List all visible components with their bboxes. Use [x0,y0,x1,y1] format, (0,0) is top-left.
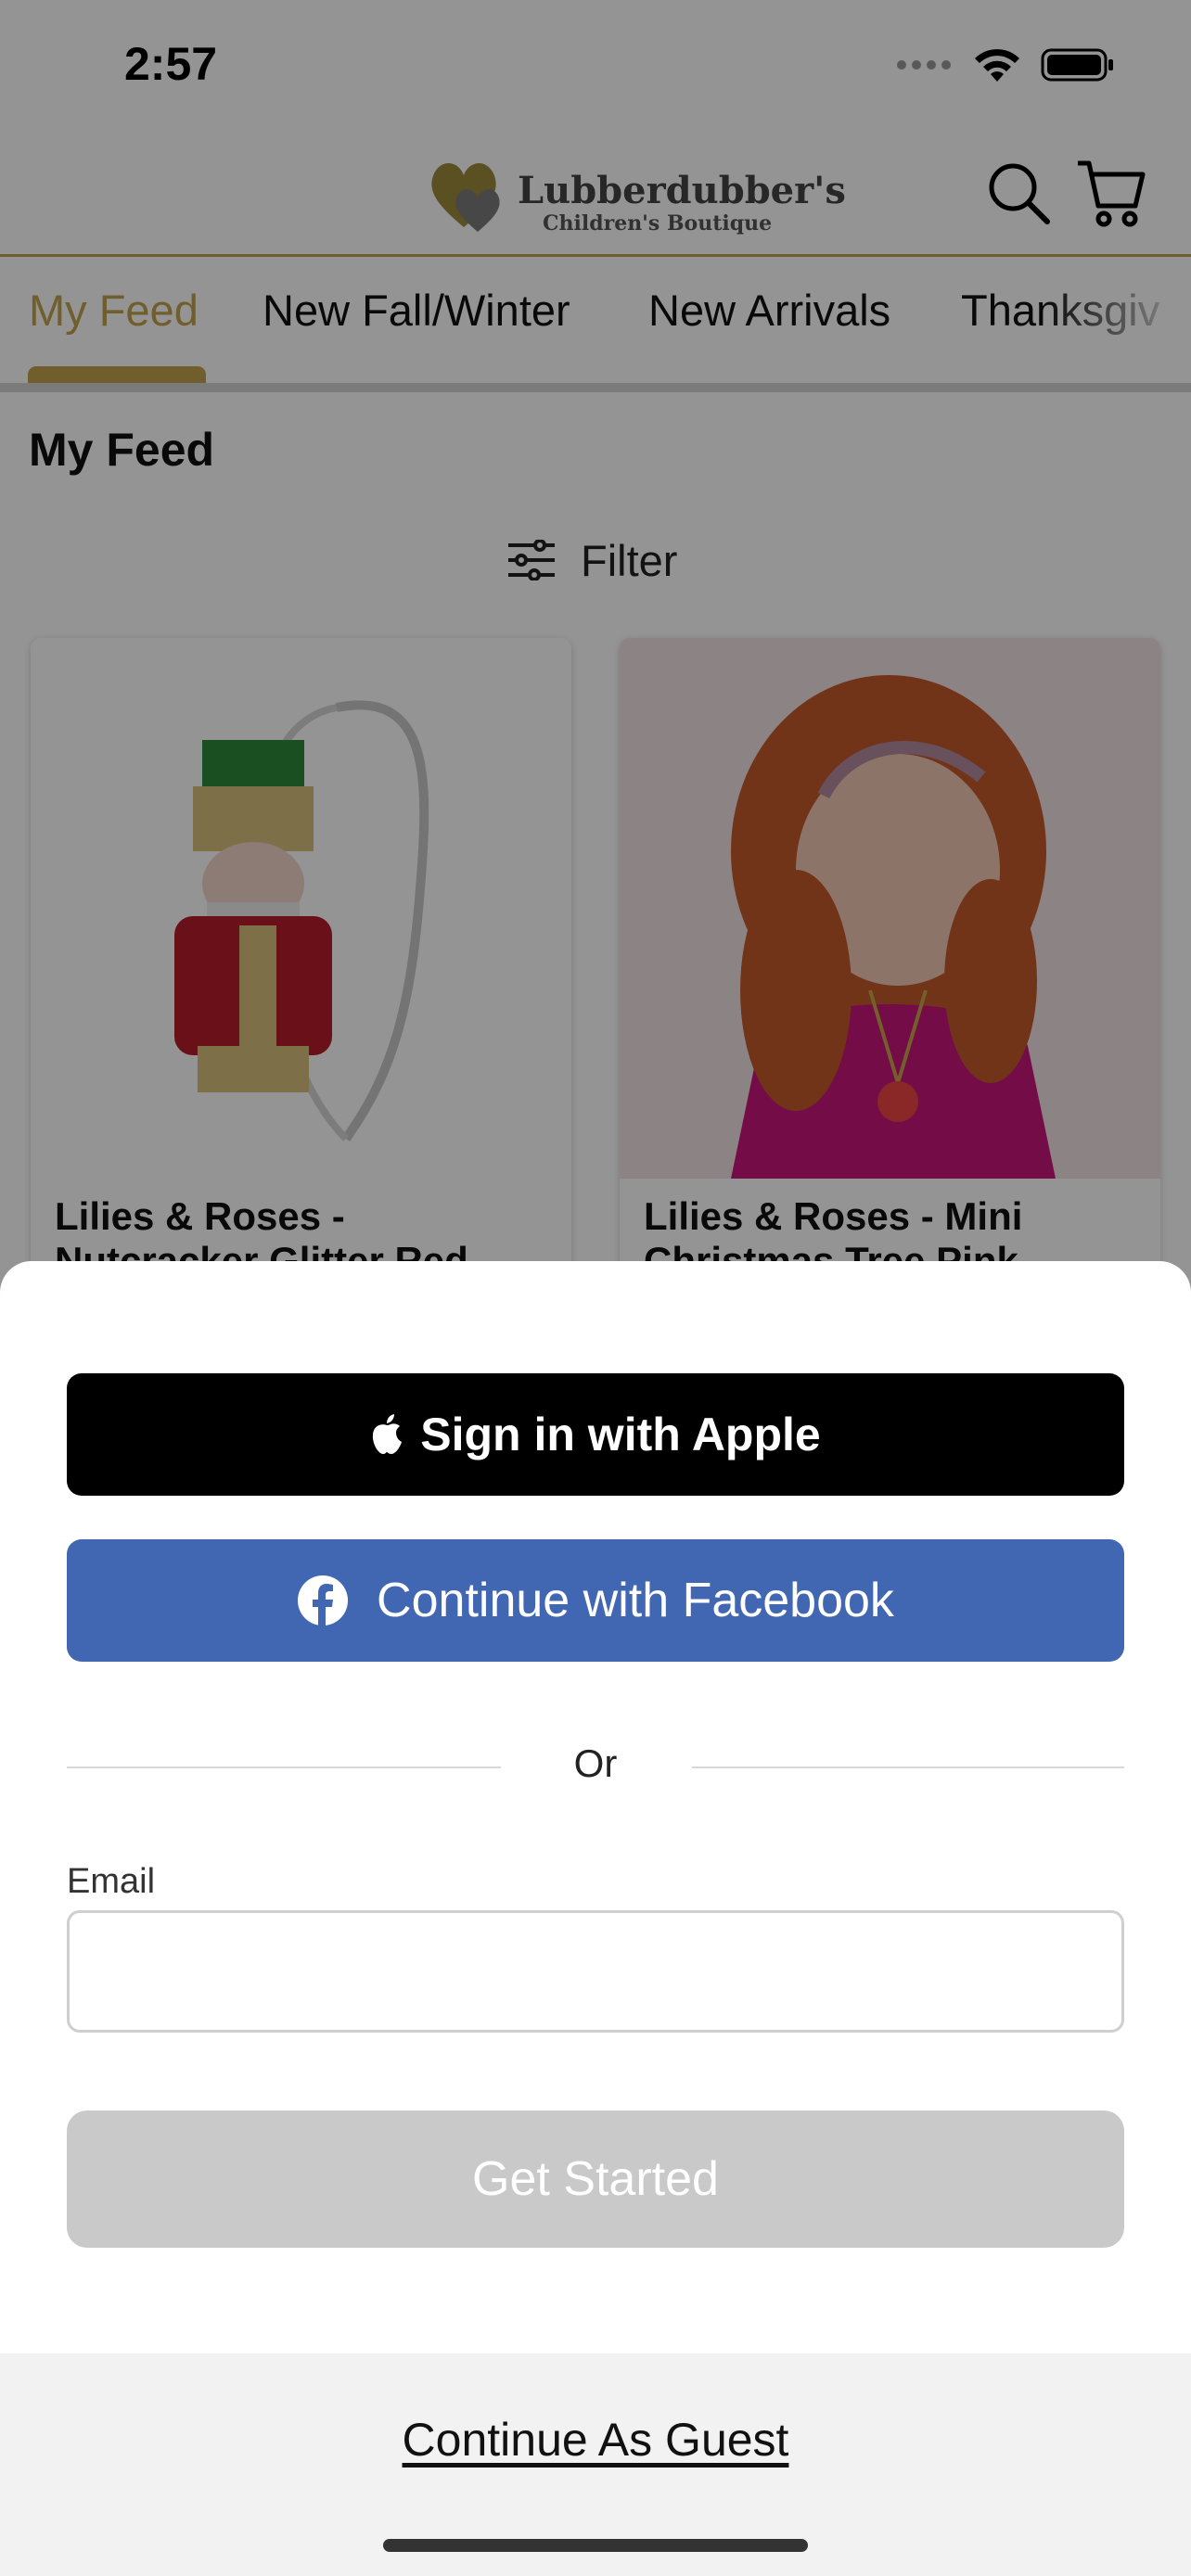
facebook-icon [298,1575,349,1626]
get-started-button[interactable]: Get Started [67,2111,1124,2248]
or-separator: Or [573,1741,618,1785]
apple-icon [373,1414,403,1454]
app-screen: 2:57 Lubberdubber's Children's Boutique … [0,0,1191,2576]
continue-with-facebook-button[interactable]: Continue with Facebook [67,1539,1124,1662]
facebook-button-label: Continue with Facebook [377,1574,894,1627]
login-sheet: Sign in with Apple Continue with Faceboo… [0,1261,1191,2576]
home-indicator [383,2539,808,2552]
email-label: Email [67,1862,156,1901]
apple-button-label: Sign in with Apple [420,1409,821,1460]
email-field[interactable] [67,1910,1124,2033]
divider-right [692,1766,1124,1768]
continue-as-guest-link[interactable]: Continue As Guest [0,2413,1191,2467]
sign-in-with-apple-button[interactable]: Sign in with Apple [67,1373,1124,1496]
